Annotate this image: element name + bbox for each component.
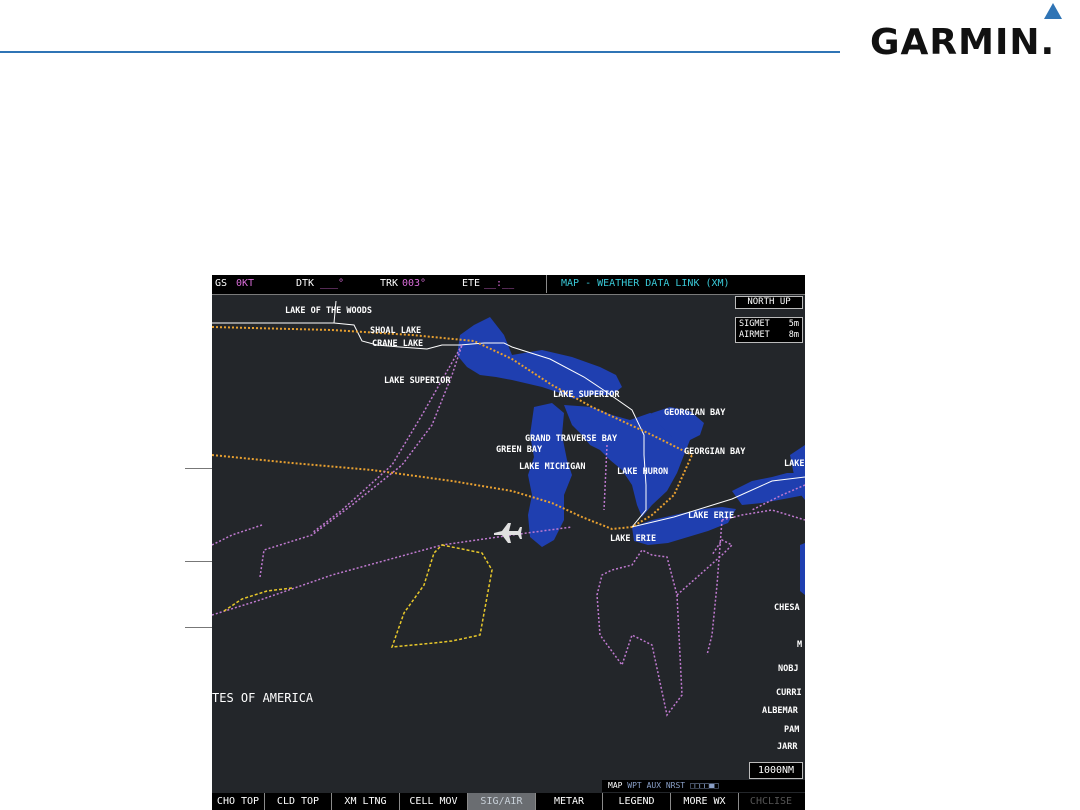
label-pam: PAM [784,725,799,735]
page-group-nrst: NRST [665,781,686,790]
mfd-screen: GS 0KT DTK ___° TRK 003° ETE __:__ MAP -… [212,275,805,810]
sigmet-age: 5m [788,319,799,329]
gs-value: 0KT [236,278,255,289]
sigmet-age-row: SIGMET 5m [739,319,801,329]
map-range-indicator[interactable]: 1000NM [749,762,803,779]
label-lake-erie-east: LAKE ERIE [688,511,734,521]
softkey-sig-air[interactable]: SIG/AIR [468,793,536,810]
label-georgian-bay-south: GEORGIAN BAY [684,447,746,457]
sigmet-label: SIGMET [739,319,770,329]
ete-label: ETE [462,278,481,289]
label-crane-lake: CRANE LAKE [372,339,423,349]
airmet-age-row: AIRMET 8m [739,330,801,340]
softkey-xm-ltng[interactable]: XM LTNG [332,793,400,810]
nav-data-bar: GS 0KT DTK ___° TRK 003° ETE __:__ MAP -… [212,275,805,295]
page-title: MAP - WEATHER DATA LINK (XM) [561,278,730,289]
airmet-label: AIRMET [739,330,770,340]
page-group-aux: AUX [646,781,662,790]
label-chesa: CHESA [774,603,800,613]
trk-label: TRK [380,278,399,289]
softkey-echo-top[interactable]: CHO TOP [212,793,265,810]
label-lake-superior-east: LAKE SUPERIOR [553,390,620,400]
label-albemar: ALBEMAR [762,706,799,716]
label-green-bay: GREEN BAY [496,445,543,455]
page-group-map: MAP [608,781,623,790]
trk-value: 003° [402,278,427,289]
lake-michigan-shape [528,403,572,547]
lake-superior-shape [457,317,622,399]
label-lake-superior-west: LAKE SUPERIOR [384,376,451,386]
label-lake-huron: LAKE HURON [617,467,668,477]
atlantic-edge-shape [800,543,805,595]
sigmet-polygon-center [390,544,493,648]
softkey-more-wx[interactable]: MORE WX [671,793,739,810]
page-group-wpt: WPT [627,781,642,790]
softkey-cld-top[interactable]: CLD TOP [265,793,332,810]
lake-ontario-shape [732,473,805,505]
label-m: M [797,640,802,650]
ete-value: __:__ [484,278,515,289]
page-group-indicator: MAP WPT AUX NRST □□□□■□ [602,780,805,792]
label-lake-erie-west: LAKE ERIE [610,534,656,544]
sigmet-polygons [223,544,493,648]
garmin-logo: GARMIN. [870,22,1056,63]
page-dots: □□□□■□ [689,781,719,790]
label-lake-edge: LAKE [784,459,804,469]
label-georgian-bay-north: GEORGIAN BAY [664,408,726,418]
gs-label: GS [215,278,228,289]
softkey-disabled[interactable]: CHCLISE [739,793,803,810]
label-nobj: NOBJ [778,664,798,674]
softkey-metar[interactable]: METAR [536,793,603,810]
logo-triangle-icon [1044,3,1062,19]
label-shoal-lake: SHOAL LAKE [370,326,421,336]
weather-age-box: SIGMET 5m AIRMET 8m [735,317,803,343]
softkey-legend[interactable]: LEGEND [603,793,671,810]
weather-map[interactable]: LAKE OF THE WOODS SHOAL LAKE CRANE LAKE … [212,295,805,793]
dtk-value: ___° [320,278,345,289]
sigmet-polygon-west [223,587,293,612]
softkey-bar: CHO TOP CLD TOP XM LTNG CELL MOV SIG/AIR… [212,793,805,810]
label-jarr: JARR [777,742,798,752]
header-rule [0,51,840,53]
orientation-indicator: NORTH UP [735,296,803,309]
aircraft-icon [494,523,522,543]
label-lake-michigan: LAKE MICHIGAN [519,462,586,472]
softkey-cell-mov[interactable]: CELL MOV [400,793,468,810]
label-country: TES OF AMERICA [212,691,314,705]
airmet-age: 8m [788,330,799,340]
label-curri: CURRI [776,688,802,698]
page-title-box: MAP - WEATHER DATA LINK (XM) [546,275,805,293]
dtk-label: DTK [296,278,315,289]
label-grand-traverse-bay: GRAND TRAVERSE BAY [525,434,618,444]
label-lake-of-the-woods: LAKE OF THE WOODS [285,306,372,316]
